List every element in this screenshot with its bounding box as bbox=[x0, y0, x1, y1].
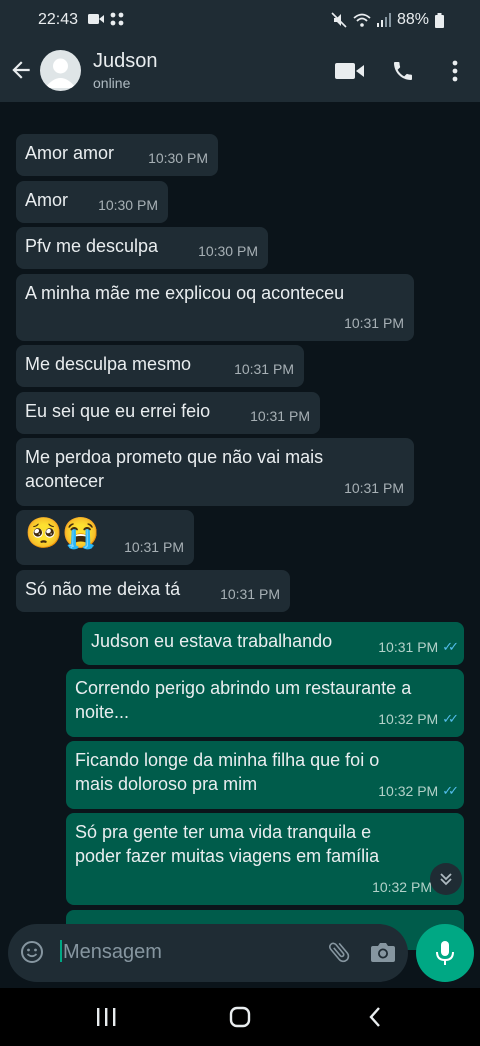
mic-icon bbox=[436, 941, 454, 965]
message-time: 10:31 PM bbox=[378, 639, 439, 655]
incoming-message[interactable]: Só não me deixa tá 10:31 PM bbox=[16, 570, 290, 612]
grid-notification-icon bbox=[110, 12, 124, 26]
back-nav-icon bbox=[369, 1007, 380, 1027]
outgoing-message[interactable]: Só pra gente ter uma vida tranquila e po… bbox=[66, 813, 464, 905]
default-avatar-icon bbox=[45, 58, 76, 88]
message-emoji: 🥺😭 bbox=[25, 517, 100, 550]
contact-name[interactable]: Judson bbox=[93, 50, 158, 73]
read-ticks-icon: ✓✓ bbox=[442, 639, 459, 654]
outgoing-message[interactable]: Correndo perigo abrindo um restaurante a… bbox=[66, 669, 464, 737]
incoming-message[interactable]: Pfv me desculpa 10:30 PM bbox=[16, 227, 268, 269]
incoming-message[interactable]: Amor amor 10:30 PM bbox=[16, 134, 218, 176]
video-call-button[interactable] bbox=[335, 57, 365, 85]
more-options-button[interactable] bbox=[440, 57, 470, 85]
camera-button[interactable] bbox=[370, 940, 396, 969]
camera-icon bbox=[371, 943, 395, 962]
message-time: 10:31 PM bbox=[220, 586, 280, 602]
attach-icon bbox=[328, 942, 350, 963]
video-call-icon bbox=[335, 63, 364, 79]
message-text: A minha mãe me explicou oq aconteceu bbox=[25, 283, 345, 303]
read-ticks-icon: ✓✓ bbox=[442, 783, 459, 798]
incoming-message[interactable]: Amor 10:30 PM bbox=[16, 181, 168, 223]
outgoing-message[interactable]: Judson eu estava trabalhando 10:31 PM ✓✓ bbox=[82, 622, 464, 665]
voice-call-button[interactable] bbox=[388, 57, 418, 85]
emoji-icon bbox=[21, 941, 43, 963]
message-text: Me desculpa mesmo bbox=[25, 354, 192, 374]
status-time: 22:43 bbox=[38, 11, 79, 28]
mic-button[interactable] bbox=[416, 924, 474, 982]
status-right: 88% bbox=[331, 11, 444, 29]
more-vert-icon bbox=[452, 60, 458, 82]
message-text: Me perdoa prometo que não vai mais acont… bbox=[25, 447, 324, 491]
message-meta: 10:32 PM ✓✓ bbox=[378, 707, 459, 731]
battery-icon bbox=[435, 12, 444, 28]
arrow-back-icon bbox=[12, 61, 30, 79]
system-nav-bar bbox=[0, 988, 480, 1046]
message-meta: 10:32 PM ✓✓ bbox=[378, 779, 459, 803]
back-nav-button[interactable] bbox=[360, 1004, 390, 1030]
incoming-message[interactable]: Me perdoa prometo que não vai mais acont… bbox=[16, 438, 414, 506]
message-input-placeholder: Mensagem bbox=[63, 941, 162, 963]
contact-status: online bbox=[93, 75, 131, 91]
chat-area[interactable]: Amor amor 10:30 PM Amor 10:30 PM Pfv me … bbox=[0, 102, 480, 988]
message-text: Amor amor bbox=[25, 143, 115, 163]
message-time: 10:32 PM bbox=[372, 879, 432, 895]
message-text: Pfv me desculpa bbox=[25, 236, 159, 256]
message-time: 10:30 PM bbox=[98, 197, 158, 213]
attach-button[interactable] bbox=[326, 939, 352, 970]
avatar[interactable] bbox=[40, 50, 81, 91]
signal-icon bbox=[376, 13, 391, 27]
message-time: 10:31 PM bbox=[234, 361, 294, 377]
message-meta: 10:32 PM bbox=[372, 875, 432, 899]
outgoing-message[interactable]: Ficando longe da minha filha que foi o m… bbox=[66, 741, 464, 809]
message-text: Eu sei que eu errei feio bbox=[25, 401, 211, 421]
message-text: Só não me deixa tá bbox=[25, 579, 181, 599]
message-input[interactable]: Mensagem bbox=[60, 940, 162, 964]
message-meta: 10:31 PM ✓✓ bbox=[378, 635, 459, 659]
read-ticks-icon: ✓✓ bbox=[442, 711, 459, 726]
message-time: 10:32 PM bbox=[378, 783, 439, 799]
message-text: Ficando longe da minha filha que foi o m… bbox=[75, 750, 380, 794]
scroll-down-button[interactable] bbox=[430, 863, 462, 895]
home-button[interactable] bbox=[225, 1004, 255, 1030]
mute-icon bbox=[331, 12, 347, 28]
text-caret bbox=[60, 940, 62, 962]
incoming-message[interactable]: A minha mãe me explicou oq aconteceu 10:… bbox=[16, 274, 414, 341]
home-icon bbox=[229, 1006, 251, 1028]
incoming-message[interactable]: 🥺😭 10:31 PM bbox=[16, 510, 194, 565]
message-text: Amor bbox=[25, 190, 69, 210]
scroll-down-icon bbox=[440, 873, 452, 886]
status-bar: 22:43 88% bbox=[0, 0, 480, 40]
message-time: 10:31 PM bbox=[344, 315, 404, 331]
battery-percent: 88% bbox=[396, 11, 429, 28]
message-time: 10:31 PM bbox=[250, 408, 310, 424]
composer: Mensagem bbox=[8, 924, 408, 982]
message-time: 10:32 PM bbox=[378, 711, 439, 727]
message-time: 10:31 PM bbox=[344, 480, 404, 496]
status-notification-icons bbox=[88, 12, 124, 26]
recents-icon bbox=[97, 1008, 116, 1026]
chat-header: Judson online bbox=[0, 40, 480, 102]
incoming-message[interactable]: Eu sei que eu errei feio 10:31 PM bbox=[16, 392, 320, 434]
message-time: 10:30 PM bbox=[198, 243, 258, 259]
recents-button[interactable] bbox=[91, 1004, 121, 1030]
video-notification-icon bbox=[88, 14, 104, 24]
incoming-message[interactable]: Me desculpa mesmo 10:31 PM bbox=[16, 345, 304, 387]
phone-icon bbox=[394, 62, 412, 80]
message-time: 10:31 PM bbox=[124, 539, 184, 555]
message-text: Judson eu estava trabalhando bbox=[91, 631, 333, 651]
back-button[interactable] bbox=[8, 57, 34, 83]
wifi-icon bbox=[353, 13, 371, 27]
emoji-button[interactable] bbox=[20, 940, 44, 969]
message-time: 10:30 PM bbox=[148, 150, 208, 166]
message-text: Só pra gente ter uma vida tranquila e po… bbox=[75, 822, 380, 866]
